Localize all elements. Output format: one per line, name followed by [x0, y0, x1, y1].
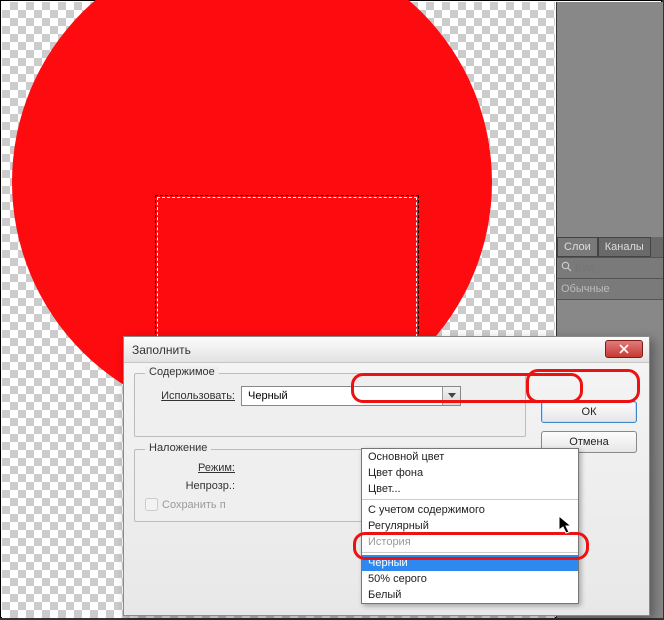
- separator: [362, 499, 578, 500]
- content-legend: Содержимое: [145, 366, 219, 378]
- option-white[interactable]: Белый: [362, 587, 578, 603]
- dialog-titlebar[interactable]: Заполнить: [124, 337, 649, 363]
- option-pattern[interactable]: Регулярный: [362, 518, 578, 534]
- use-dropdown[interactable]: Черный: [241, 386, 461, 406]
- selection-marquee: [157, 197, 417, 347]
- option-history: История: [362, 534, 578, 550]
- close-button[interactable]: [605, 340, 643, 358]
- search-icon: [561, 261, 572, 275]
- tab-layers[interactable]: Слои: [557, 237, 598, 257]
- mode-label: Режим:: [145, 462, 235, 474]
- content-fieldset: Содержимое Использовать: Черный: [134, 373, 526, 437]
- blend-mode-label: Обычные: [557, 279, 663, 300]
- option-content-aware[interactable]: С учетом содержимого: [362, 502, 578, 518]
- option-color[interactable]: Цвет...: [362, 481, 578, 497]
- use-dropdown-value: Черный: [248, 390, 288, 402]
- option-gray[interactable]: 50% серого: [362, 571, 578, 587]
- preserve-checkbox: [145, 498, 158, 511]
- ok-button[interactable]: ОК: [541, 401, 637, 423]
- opacity-label: Непрозр.:: [145, 480, 235, 492]
- tab-channels[interactable]: Каналы: [598, 237, 651, 257]
- dialog-title: Заполнить: [132, 343, 191, 357]
- blend-legend: Наложение: [145, 442, 211, 454]
- separator: [362, 552, 578, 553]
- option-background[interactable]: Цвет фона: [362, 465, 578, 481]
- option-foreground[interactable]: Основной цвет: [362, 449, 578, 465]
- cursor-icon: [558, 515, 574, 538]
- use-dropdown-list: Основной цвет Цвет фона Цвет... С учетом…: [361, 448, 579, 604]
- fill-dialog: Заполнить ОК Отмена Содержимое Использов…: [123, 336, 650, 616]
- use-label: Использовать:: [145, 390, 235, 402]
- layer-search-input[interactable]: [575, 262, 635, 274]
- option-black[interactable]: Черный: [362, 555, 578, 571]
- chevron-down-icon: [442, 387, 460, 405]
- preserve-label: Сохранить п: [162, 499, 226, 511]
